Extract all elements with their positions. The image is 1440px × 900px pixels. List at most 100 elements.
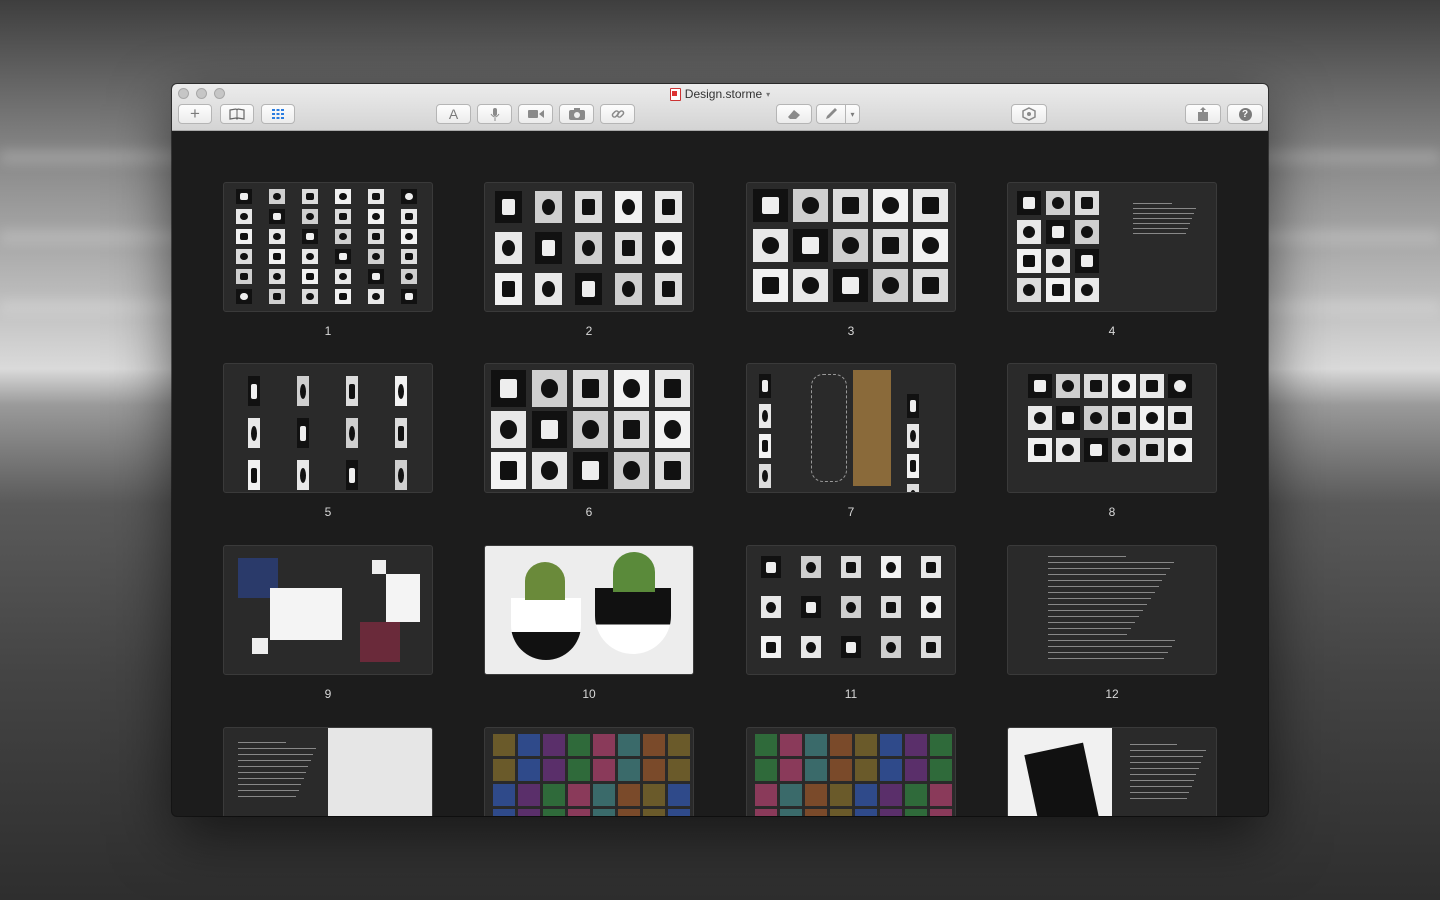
thumbnail-image — [302, 229, 318, 244]
thumbnail-image — [302, 209, 318, 224]
image-object — [273, 292, 281, 301]
thumbnail-image — [495, 191, 522, 223]
page-thumbnail[interactable] — [1007, 545, 1217, 675]
thumbnail-image — [1056, 374, 1080, 398]
color-card — [880, 759, 902, 781]
color-card — [805, 784, 827, 806]
thumbnail-image — [615, 232, 642, 264]
page-thumbnail[interactable] — [223, 182, 433, 312]
page-grid: 12345678910111213141516 — [172, 130, 1268, 816]
page-thumbnail[interactable] — [1007, 182, 1217, 312]
image-object — [405, 292, 413, 301]
thumbnail-image — [873, 229, 908, 262]
page-number: 11 — [844, 687, 858, 701]
grid-view-button[interactable] — [261, 104, 295, 124]
page-thumbnail[interactable] — [1007, 363, 1217, 493]
text-line — [1130, 768, 1199, 769]
text-line — [1048, 622, 1136, 623]
pen-options-button[interactable]: ▾ — [845, 104, 860, 124]
page-thumbnail[interactable] — [223, 727, 433, 816]
thumbnail-image — [401, 269, 417, 284]
image-object — [349, 467, 355, 483]
image-object — [339, 192, 347, 201]
thumbnail-image — [614, 370, 649, 407]
color-card — [830, 784, 852, 806]
video-button[interactable] — [518, 104, 553, 124]
page-thumbnail[interactable] — [746, 545, 956, 675]
add-button[interactable]: + — [178, 104, 212, 124]
color-card — [643, 734, 665, 756]
image-object — [1023, 284, 1035, 296]
thumbnail-image — [335, 289, 351, 304]
page-thumbnail[interactable] — [484, 182, 694, 312]
image-object — [300, 467, 306, 483]
image-object — [663, 461, 682, 480]
thumbnail-image — [801, 636, 821, 658]
thumbnail-image — [1075, 191, 1099, 215]
eraser-button[interactable] — [776, 104, 812, 124]
thumbnail-image — [655, 232, 682, 264]
image-object — [499, 379, 518, 398]
color-card — [618, 784, 640, 806]
thumbnail-image — [1017, 278, 1041, 302]
image-object — [273, 252, 281, 261]
page-thumbnail[interactable] — [223, 545, 433, 675]
text-line — [1048, 568, 1171, 569]
camera-button[interactable] — [559, 104, 594, 124]
plant — [613, 552, 655, 592]
page-thumbnail[interactable] — [223, 363, 433, 493]
hexagon-button[interactable] — [1011, 104, 1047, 124]
image-object — [240, 232, 248, 241]
page-number: 8 — [1108, 505, 1116, 519]
page-thumbnail[interactable] — [1007, 727, 1217, 816]
text-line — [1133, 203, 1172, 204]
image-object — [540, 420, 559, 439]
page-thumbnail[interactable] — [746, 363, 956, 493]
thumbnail-image — [761, 596, 781, 618]
library-button[interactable] — [220, 104, 254, 124]
mic-button[interactable] — [477, 104, 512, 124]
text-tool-button[interactable]: A — [436, 104, 471, 124]
image-object — [541, 281, 556, 297]
text-line — [1133, 233, 1187, 234]
title-bar: Design.storme ▾ + A ▾ ? — [172, 84, 1268, 131]
page-thumbnail[interactable] — [484, 545, 694, 675]
share-button[interactable] — [1185, 104, 1221, 124]
thumbnail-image — [1056, 438, 1080, 462]
pen-button[interactable] — [816, 104, 846, 124]
text-line — [238, 748, 316, 749]
image-object — [300, 383, 306, 399]
color-card — [905, 809, 927, 816]
thumbnail-image — [302, 269, 318, 284]
image-object — [251, 383, 257, 399]
page-thumbnail[interactable] — [746, 182, 956, 312]
page-thumbnail[interactable] — [484, 363, 694, 493]
text-line — [1130, 750, 1206, 751]
thumbnail-image — [1168, 406, 1192, 430]
page-thumbnail[interactable] — [746, 727, 956, 816]
thumbnail-image — [302, 249, 318, 264]
text-line — [1048, 604, 1147, 605]
window-title[interactable]: Design.storme ▾ — [172, 87, 1268, 101]
thumbnail-image — [615, 273, 642, 305]
color-card — [905, 734, 927, 756]
page-thumbnail[interactable] — [484, 727, 694, 816]
thumbnail-image — [269, 289, 285, 304]
image-object — [1118, 412, 1130, 424]
thumbnail-image — [346, 376, 358, 406]
color-card — [643, 784, 665, 806]
thumbnail-image — [913, 269, 948, 302]
image-object — [405, 272, 413, 281]
text-line — [1048, 562, 1175, 563]
page-number: 6 — [585, 505, 593, 519]
image-object — [846, 561, 856, 573]
link-button[interactable] — [600, 104, 635, 124]
image-object — [881, 197, 900, 214]
thumbnail-image — [921, 556, 941, 578]
image-object — [541, 240, 556, 256]
note-card — [360, 622, 400, 662]
image-object — [1062, 380, 1074, 392]
text-line — [1048, 556, 1126, 557]
image-object — [398, 383, 404, 399]
help-button[interactable]: ? — [1227, 104, 1263, 124]
